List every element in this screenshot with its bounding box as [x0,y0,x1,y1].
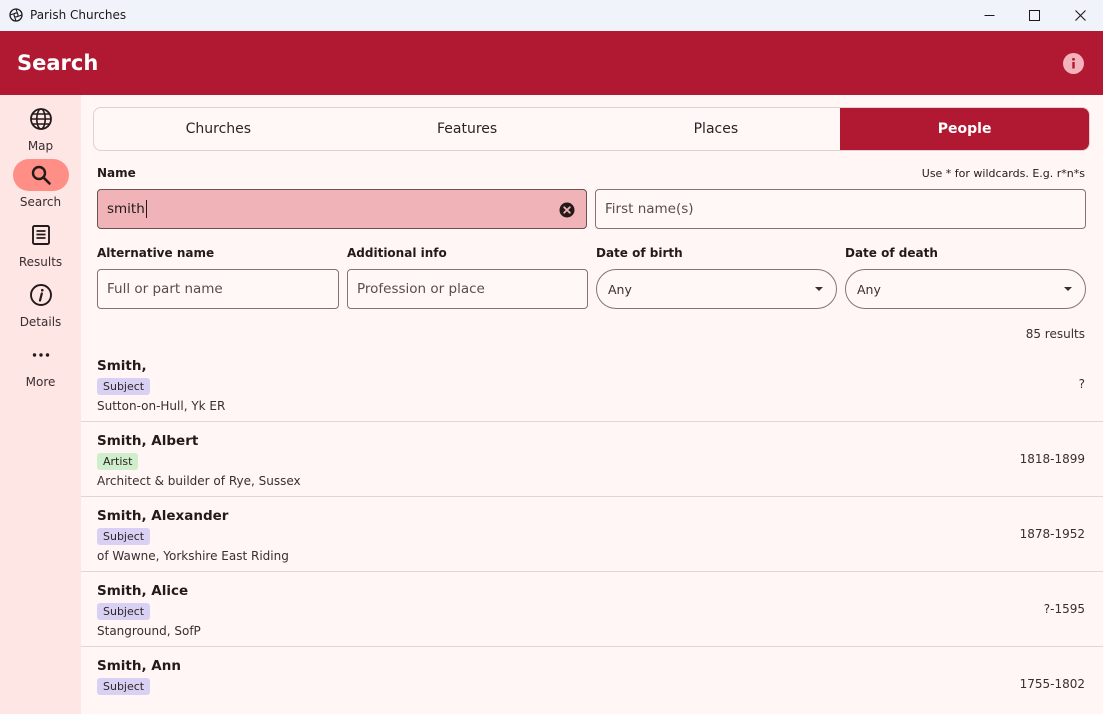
person-description: Stanground, SofP [97,624,201,638]
globe-icon [30,108,52,130]
person-name: Smith, Ann [97,658,181,674]
close-icon [1074,10,1086,21]
person-dates: 1755-1802 [1019,677,1085,691]
dod-select[interactable]: Any [845,269,1086,309]
window-title: Parish Churches [30,8,127,22]
dod-label: Date of death [845,246,938,260]
person-dates: 1878-1952 [1019,527,1085,541]
nav-item-map[interactable]: Map [0,103,81,159]
maximize-icon [1028,10,1040,21]
person-description: Architect & builder of Rye, Sussex [97,474,301,488]
tab-features[interactable]: Features [343,108,592,150]
nav-label-results: Results [18,255,63,269]
alt-name-placeholder: Full or part name [107,281,223,297]
role-badge: Subject [97,378,151,395]
dob-value: Any [608,281,632,297]
nav-label-details: Details [19,315,62,329]
alt-name-label: Alternative name [97,246,215,260]
page-title: Search [17,51,99,75]
tab-places[interactable]: Places [592,108,841,150]
close-button[interactable] [1057,0,1103,31]
title-bar: Parish Churches [0,0,1103,31]
maximize-button[interactable] [1011,0,1057,31]
role-badge: Subject [97,678,151,695]
person-name: Smith, Alexander [97,508,229,524]
nav-item-results[interactable]: Results [0,219,81,275]
info-icon [1072,57,1075,69]
app-header: Search [0,31,1103,95]
tab-churches[interactable]: Churches [94,108,343,150]
name-input[interactable]: smith [97,189,587,229]
nav-label-search: Search [19,195,62,209]
role-badge: Artist [97,453,139,470]
wildcard-hint: Use * for wildcards. E.g. r*n*s [921,167,1085,180]
role-badge: Subject [97,603,151,620]
dob-label: Date of birth [596,246,683,260]
additional-info-placeholder: Profession or place [357,281,485,297]
list-item[interactable]: Smith, Ann Subject 1755-1802 [81,647,1103,714]
dropdown-arrow-icon [1064,287,1072,291]
first-name-input[interactable]: First name(s) [595,189,1086,229]
person-description: of Wawne, Yorkshire East Riding [97,549,289,563]
name-label: Name [97,166,136,180]
name-input-value: smith [107,201,145,217]
alt-name-input[interactable]: Full or part name [97,269,339,309]
list-item[interactable]: Smith, Subject Sutton-on-Hull, Yk ER ? [81,347,1103,422]
list-item[interactable]: Smith, Alice Subject Stanground, SofP ?-… [81,572,1103,647]
info-button[interactable] [1063,53,1084,74]
minimize-icon [984,15,994,16]
info-circle-icon [30,284,52,306]
list-item[interactable]: Smith, Albert Artist Architect & builder… [81,422,1103,497]
tab-people[interactable]: People [840,108,1089,150]
more-icon [32,353,50,357]
person-dates: ?-1595 [1043,602,1085,616]
additional-info-input[interactable]: Profession or place [347,269,588,309]
minimize-button[interactable] [966,0,1012,31]
nav-item-more[interactable]: More [0,339,81,395]
dod-value: Any [857,281,881,297]
first-name-placeholder: First name(s) [605,201,694,217]
nav-rail: Map Search Results Details More [0,95,81,714]
nav-label-more: More [25,375,56,389]
search-tabs: Churches Features Places People [93,107,1090,151]
list-item[interactable]: Smith, Alexander Subject of Wawne, Yorks… [81,497,1103,572]
results-list: Smith, Subject Sutton-on-Hull, Yk ER ? S… [81,347,1103,714]
search-icon [31,165,51,185]
dob-select[interactable]: Any [596,269,837,309]
clear-icon[interactable] [559,202,575,218]
nav-item-search[interactable]: Search [0,159,81,215]
additional-info-label: Additional info [347,246,447,260]
results-count: 85 results [1025,327,1085,341]
person-name: Smith, Alice [97,583,189,599]
person-name: Smith, Albert [97,433,199,449]
nav-label-map: Map [27,139,54,153]
text-caret [145,200,147,218]
person-dates: 1818-1899 [1019,452,1085,466]
list-icon [32,225,50,245]
role-badge: Subject [97,528,151,545]
aperture-icon [9,8,23,22]
dropdown-arrow-icon [815,287,823,291]
person-name: Smith, [97,358,147,374]
person-dates: ? [1078,377,1085,391]
person-description: Sutton-on-Hull, Yk ER [97,399,226,413]
nav-item-details[interactable]: Details [0,279,81,335]
